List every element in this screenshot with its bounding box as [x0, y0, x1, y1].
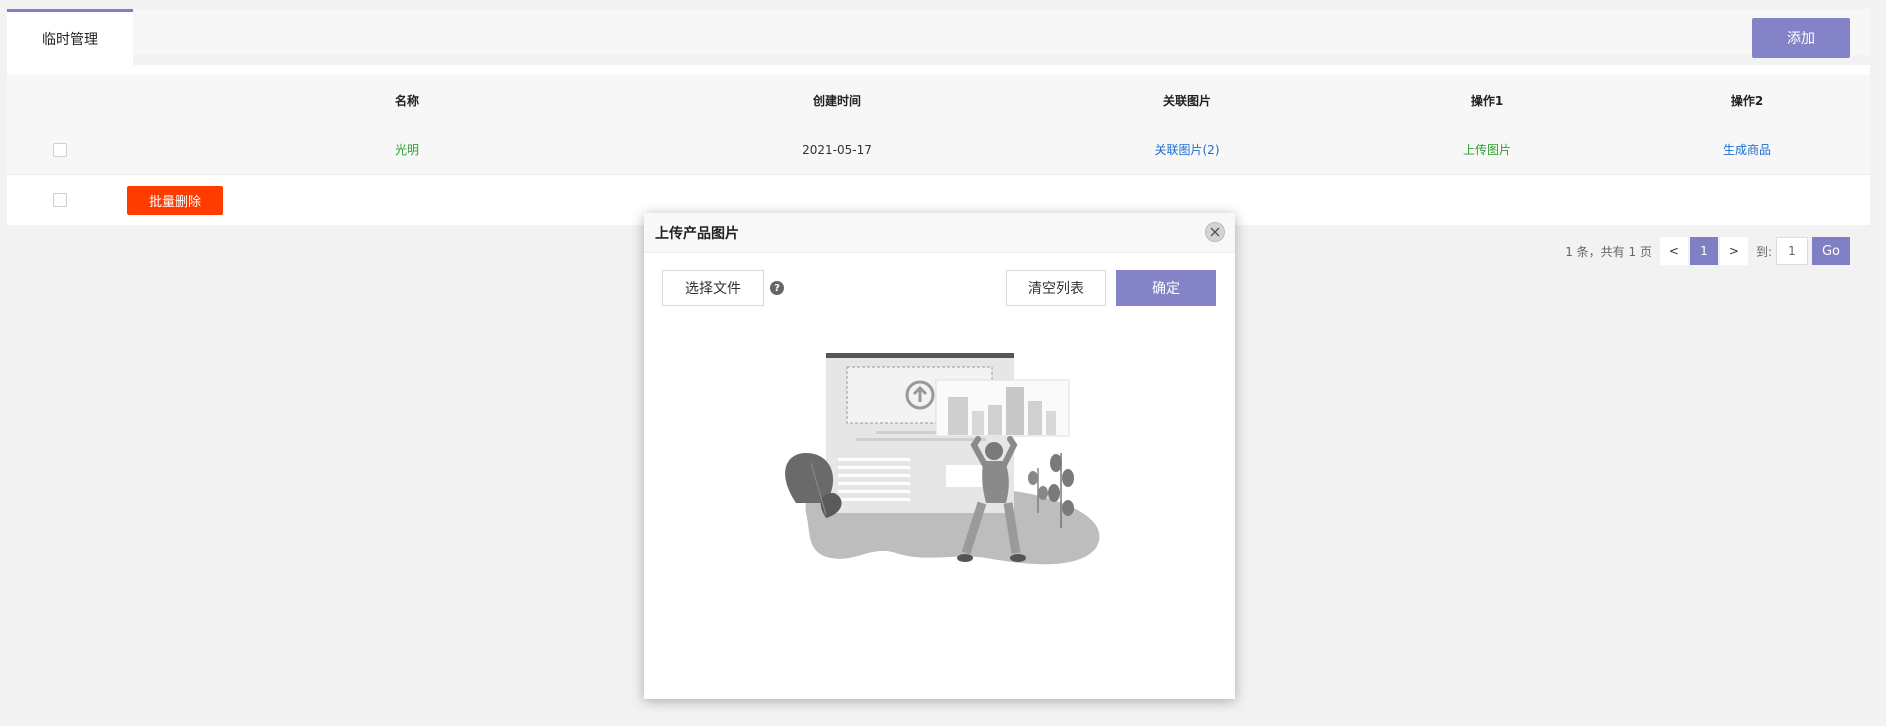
table-header: 名称 创建时间 关联图片 操作1 操作2 — [7, 75, 1870, 125]
cell-created: 2021-05-17 — [802, 142, 872, 157]
choose-file-button[interactable]: 选择文件 — [662, 270, 764, 306]
tab-bar: 临时管理 添加 — [7, 9, 1870, 65]
column-header-action2: 操作2 — [1730, 93, 1764, 108]
upload-illustration — [785, 353, 1100, 565]
close-icon[interactable] — [1205, 222, 1225, 242]
tab-temp-management[interactable]: 临时管理 — [7, 9, 133, 65]
confirm-button[interactable]: 确定 — [1116, 270, 1216, 306]
next-page-button[interactable]: > — [1719, 237, 1748, 265]
modal-title: 上传产品图片 — [655, 226, 739, 242]
help-icon[interactable]: ? — [770, 281, 784, 295]
goto-label: 到: — [1755, 244, 1772, 259]
cell-name: 光明 — [394, 143, 419, 157]
modal-header: 上传产品图片 — [644, 213, 1235, 253]
upload-image-link[interactable]: 上传图片 — [1387, 125, 1587, 174]
page-1-button[interactable]: 1 — [1689, 237, 1718, 265]
add-button[interactable]: 添加 — [1752, 18, 1850, 58]
prev-page-button[interactable]: < — [1659, 237, 1688, 265]
select-all-checkbox[interactable] — [53, 193, 67, 207]
bulk-delete-button[interactable]: 批量删除 — [127, 186, 223, 215]
column-header-name: 名称 — [394, 93, 419, 108]
generate-product-link[interactable]: 生成商品 — [1647, 125, 1847, 174]
pagination-info: 1 条，共有 1 页 — [1565, 244, 1652, 259]
column-header-created: 创建时间 — [812, 93, 861, 108]
go-button[interactable]: Go — [1812, 237, 1850, 265]
column-header-action1: 操作1 — [1470, 93, 1504, 108]
pagination: 1 条，共有 1 页 < 1 > 到: 1 Go — [1565, 237, 1850, 265]
clear-list-button[interactable]: 清空列表 — [1006, 270, 1106, 306]
column-header-images: 关联图片 — [1162, 93, 1211, 108]
related-images-link[interactable]: 关联图片(2) — [1087, 125, 1287, 174]
upload-modal: 上传产品图片 选择文件 ? 清空列表 确定 — [644, 213, 1235, 699]
goto-page-input[interactable]: 1 — [1776, 237, 1808, 265]
table-row: 光明 2021-05-17 关联图片(2) 上传图片 生成商品 — [7, 125, 1870, 175]
row-checkbox[interactable] — [53, 143, 67, 157]
